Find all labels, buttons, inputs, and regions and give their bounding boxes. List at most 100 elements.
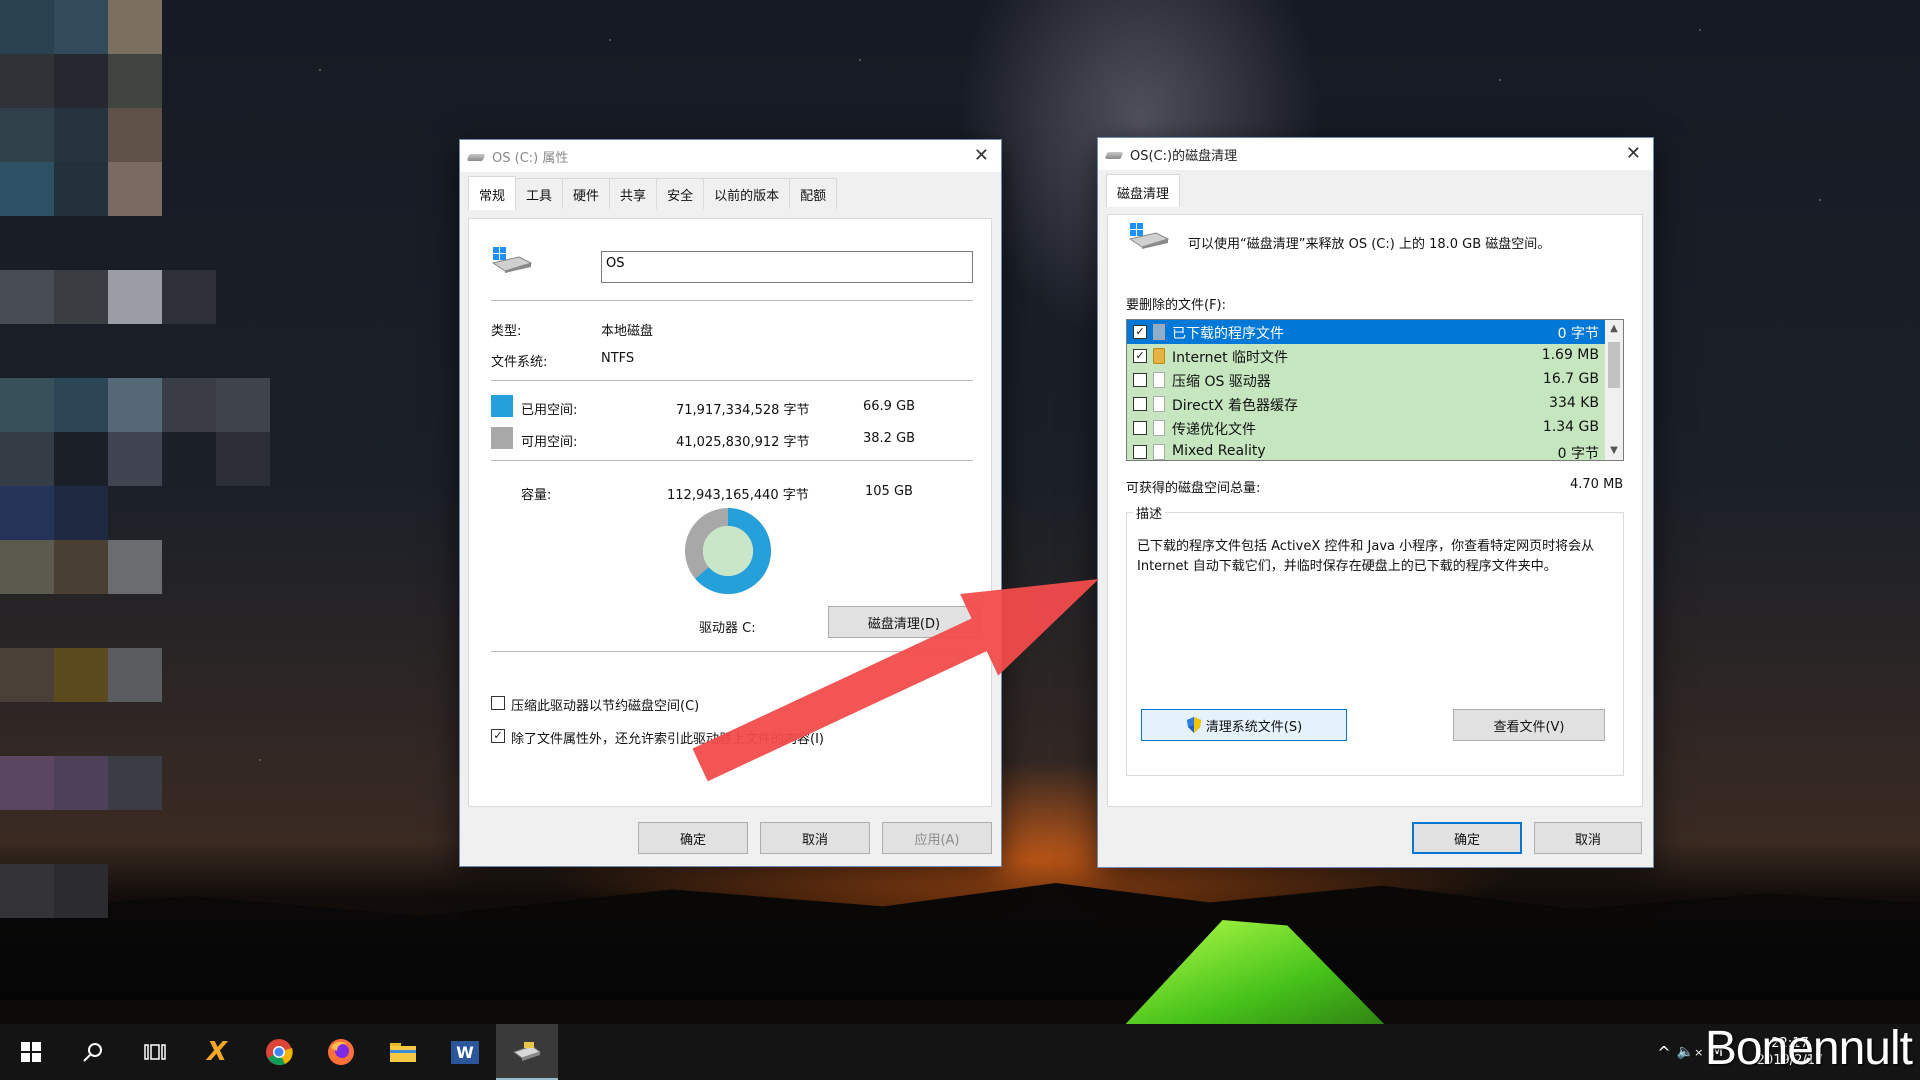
- item-size: 334 KB: [1549, 395, 1599, 411]
- list-scrollbar[interactable]: ▲ ▼: [1605, 320, 1623, 460]
- list-item[interactable]: DirectX 着色器缓存 334 KB: [1127, 392, 1605, 416]
- word-glyph: W: [451, 1040, 479, 1064]
- list-item[interactable]: ✓ Internet 临时文件 1.69 MB: [1127, 344, 1605, 368]
- uac-shield-icon: [1186, 717, 1201, 733]
- tab-sharing[interactable]: 共享: [609, 178, 658, 209]
- drive-letter-label: 驱动器 C:: [699, 621, 756, 636]
- used-space-bytes: 71,917,334,528 字节: [676, 403, 810, 418]
- list-item[interactable]: ✓ 已下载的程序文件 0 字节: [1127, 320, 1605, 344]
- type-value: 本地磁盘: [601, 324, 654, 339]
- item-checkbox[interactable]: [1133, 397, 1147, 411]
- item-size: 0 字节: [1557, 446, 1599, 461]
- xmind-glyph: X: [206, 1037, 228, 1067]
- volume-mute-icon[interactable]: 🔈×: [1676, 1044, 1704, 1060]
- scroll-thumb[interactable]: [1608, 342, 1620, 388]
- start-icon[interactable]: [0, 1024, 62, 1080]
- capacity-bytes: 112,943,165,440 字节: [667, 488, 809, 503]
- disk-usage-donut: [685, 508, 771, 594]
- item-checkbox[interactable]: ✓: [1133, 325, 1147, 339]
- tab-bar: 磁盘清理: [1098, 174, 1653, 207]
- mute-mark: ×: [1694, 1046, 1704, 1059]
- item-checkbox[interactable]: [1133, 373, 1147, 387]
- drive-large-icon: [491, 245, 533, 273]
- list-item[interactable]: 压缩 OS 驱动器 16.7 GB: [1127, 368, 1605, 392]
- word-icon[interactable]: W: [434, 1024, 496, 1080]
- tab-security[interactable]: 安全: [656, 178, 705, 209]
- search-icon[interactable]: [62, 1024, 124, 1080]
- show-hidden-icons-chevron[interactable]: ^: [1652, 1043, 1676, 1062]
- free-space-swatch: [491, 427, 513, 449]
- page-icon: [1153, 324, 1165, 340]
- tab-tools[interactable]: 工具: [515, 178, 564, 209]
- scroll-down-icon[interactable]: ▼: [1605, 442, 1623, 460]
- scroll-up-icon[interactable]: ▲: [1605, 320, 1623, 338]
- close-icon[interactable]: ✕: [1626, 143, 1641, 164]
- file-explorer-icon[interactable]: [372, 1024, 434, 1080]
- ok-button[interactable]: 确定: [638, 822, 748, 854]
- title-bar[interactable]: OS (C:) 属性 ✕: [460, 140, 1001, 172]
- page-icon: [1153, 420, 1165, 436]
- disk-cleanup-window: OS(C:)的磁盘清理 ✕ 磁盘清理 可以使用“磁盘清理”来释放 OS (C:)…: [1097, 137, 1654, 868]
- window-title: OS(C:)的磁盘清理: [1130, 148, 1238, 164]
- index-checkbox[interactable]: ✓: [491, 729, 505, 743]
- item-size: 16.7 GB: [1542, 371, 1599, 387]
- task-view-icon[interactable]: [124, 1024, 186, 1080]
- clean-system-files-button[interactable]: 清理系统文件(S): [1141, 709, 1347, 741]
- ok-button[interactable]: 确定: [1412, 822, 1522, 854]
- drive-label-input[interactable]: OS: [601, 251, 973, 283]
- item-name: 已下载的程序文件: [1172, 326, 1284, 342]
- cleanup-tab-panel: 可以使用“磁盘清理”来释放 OS (C:) 上的 18.0 GB 磁盘空间。 要…: [1107, 214, 1643, 807]
- general-tab-panel: OS 类型: 本地磁盘 文件系统: NTFS 已用空间: 71,917,334,…: [468, 218, 992, 807]
- used-space-label: 已用空间:: [521, 403, 578, 418]
- view-files-button[interactable]: 查看文件(V): [1453, 709, 1605, 741]
- item-checkbox[interactable]: [1133, 421, 1147, 435]
- item-name: Internet 临时文件: [1172, 350, 1289, 366]
- description-group: 描述 已下载的程序文件包括 ActiveX 控件和 Java 小程序，你查看特定…: [1126, 503, 1624, 776]
- apply-button[interactable]: 应用(A): [882, 822, 992, 854]
- tab-general[interactable]: 常规: [468, 176, 517, 210]
- tab-previous-versions[interactable]: 以前的版本: [703, 178, 791, 209]
- xmind-icon[interactable]: X: [186, 1024, 248, 1080]
- cleanup-icon: [1104, 147, 1124, 161]
- item-name: 压缩 OS 驱动器: [1172, 374, 1271, 390]
- compress-checkbox[interactable]: [491, 696, 505, 710]
- used-space-swatch: [491, 395, 513, 417]
- cancel-button[interactable]: 取消: [760, 822, 870, 854]
- item-size: 1.34 GB: [1542, 419, 1599, 435]
- taskbar: X W: [0, 1024, 1920, 1080]
- free-space-gb: 38.2 GB: [863, 431, 916, 446]
- item-size: 1.69 MB: [1541, 347, 1599, 363]
- page-icon: [1153, 372, 1165, 388]
- disk-cleanup-icon[interactable]: [496, 1024, 558, 1080]
- used-space-gb: 66.9 GB: [863, 399, 916, 414]
- item-size: 0 字节: [1557, 326, 1599, 342]
- item-checkbox[interactable]: ✓: [1133, 349, 1147, 363]
- window-title: OS (C:) 属性: [492, 150, 569, 166]
- list-item[interactable]: 传递优化文件 1.34 GB: [1127, 416, 1605, 440]
- title-bar[interactable]: OS(C:)的磁盘清理 ✕: [1098, 138, 1653, 170]
- firefox-icon[interactable]: [310, 1024, 372, 1080]
- files-to-delete-list[interactable]: ✓ 已下载的程序文件 0 字节 ✓ Internet 临时文件 1.69 MB …: [1126, 319, 1624, 461]
- tab-hardware[interactable]: 硬件: [562, 178, 611, 209]
- filesystem-label: 文件系统:: [491, 355, 548, 370]
- chrome-icon[interactable]: [248, 1024, 310, 1080]
- tab-bar: 常规 工具 硬件 共享 安全 以前的版本 配额: [460, 176, 1001, 210]
- item-name: 传递优化文件: [1172, 422, 1256, 438]
- total-space-label: 可获得的磁盘空间总量:: [1126, 481, 1261, 496]
- list-item[interactable]: Mixed Reality 0 字节: [1127, 440, 1605, 461]
- divider: [491, 460, 973, 461]
- tab-quota[interactable]: 配额: [789, 178, 838, 209]
- files-to-delete-label: 要删除的文件(F):: [1126, 298, 1227, 313]
- close-icon[interactable]: ✕: [974, 145, 989, 166]
- description-heading: 描述: [1133, 503, 1166, 522]
- item-name: DirectX 着色器缓存: [1172, 398, 1298, 414]
- item-checkbox[interactable]: [1133, 445, 1147, 459]
- tab-disk-cleanup[interactable]: 磁盘清理: [1106, 174, 1181, 207]
- watermark-text: Bonennult: [1704, 1022, 1913, 1075]
- cancel-button[interactable]: 取消: [1534, 822, 1642, 854]
- free-space-bytes: 41,025,830,912 字节: [676, 435, 810, 450]
- divider: [491, 300, 973, 301]
- type-label: 类型:: [491, 324, 522, 339]
- lock-icon: [1153, 348, 1165, 364]
- page-icon: [1153, 444, 1165, 460]
